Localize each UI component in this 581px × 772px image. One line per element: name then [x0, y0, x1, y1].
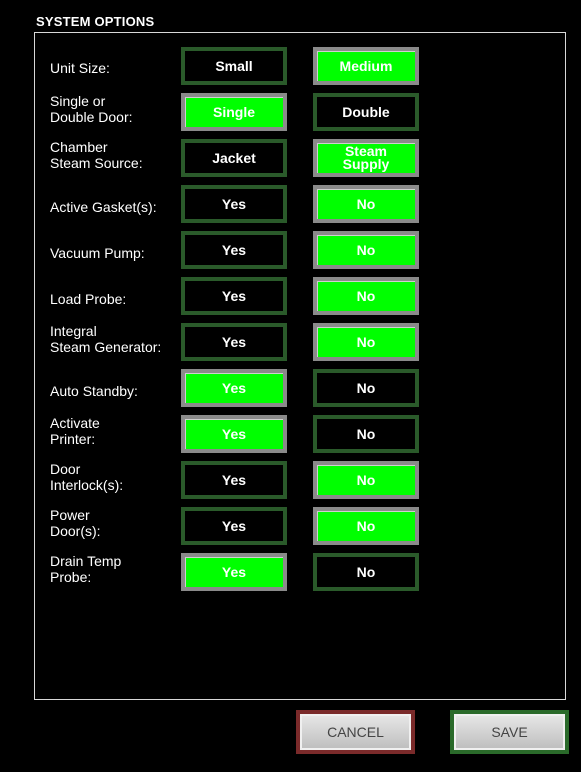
option-row-steam-generator: Integral Steam Generator: Yes No: [35, 319, 565, 365]
vacuum-no-button[interactable]: No: [313, 231, 419, 269]
steam-generator-no-button[interactable]: No: [313, 323, 419, 361]
option-label: Vacuum Pump:: [50, 245, 145, 261]
option-label: Drain Temp Probe:: [50, 553, 122, 585]
option-row-unit-size: Unit Size: Small Medium: [35, 43, 565, 89]
steam-supply-button[interactable]: Steam Supply: [313, 139, 419, 177]
save-button[interactable]: SAVE: [450, 710, 569, 754]
options-panel: Unit Size: Small Medium Single or Double…: [34, 32, 566, 700]
option-row-door-interlock: Door Interlock(s): Yes No: [35, 457, 565, 503]
gasket-no-button[interactable]: No: [313, 185, 419, 223]
interlock-no-button[interactable]: No: [313, 461, 419, 499]
option-label: Load Probe:: [50, 291, 127, 307]
power-door-no-button[interactable]: No: [313, 507, 419, 545]
drain-probe-no-button[interactable]: No: [313, 553, 419, 591]
steam-jacket-button[interactable]: Jacket: [181, 139, 287, 177]
option-row-power-door: Power Door(s): Yes No: [35, 503, 565, 549]
option-row-steam-source: Chamber Steam Source: Jacket Steam Suppl…: [35, 135, 565, 181]
option-label: Integral Steam Generator:: [50, 323, 162, 355]
unit-size-small-button[interactable]: Small: [181, 47, 287, 85]
interlock-yes-button[interactable]: Yes: [181, 461, 287, 499]
cancel-button[interactable]: CANCEL: [296, 710, 415, 754]
door-single-button[interactable]: Single: [181, 93, 287, 131]
power-door-yes-button[interactable]: Yes: [181, 507, 287, 545]
load-probe-yes-button[interactable]: Yes: [181, 277, 287, 315]
option-row-load-probe: Load Probe: Yes No: [35, 273, 565, 319]
option-row-printer: Activate Printer: Yes No: [35, 411, 565, 457]
printer-no-button[interactable]: No: [313, 415, 419, 453]
printer-yes-button[interactable]: Yes: [181, 415, 287, 453]
drain-probe-yes-button[interactable]: Yes: [181, 553, 287, 591]
option-row-active-gasket: Active Gasket(s): Yes No: [35, 181, 565, 227]
option-label: Unit Size:: [50, 60, 110, 76]
gasket-yes-button[interactable]: Yes: [181, 185, 287, 223]
vacuum-yes-button[interactable]: Yes: [181, 231, 287, 269]
option-label: Door Interlock(s):: [50, 461, 124, 493]
auto-standby-yes-button[interactable]: Yes: [181, 369, 287, 407]
option-row-vacuum-pump: Vacuum Pump: Yes No: [35, 227, 565, 273]
load-probe-no-button[interactable]: No: [313, 277, 419, 315]
option-label: Auto Standby:: [50, 383, 138, 399]
steam-generator-yes-button[interactable]: Yes: [181, 323, 287, 361]
auto-standby-no-button[interactable]: No: [313, 369, 419, 407]
option-label: Active Gasket(s):: [50, 199, 157, 215]
option-label: Activate Printer:: [50, 415, 100, 447]
page-title: SYSTEM OPTIONS: [36, 14, 155, 29]
door-double-button[interactable]: Double: [313, 93, 419, 131]
option-row-drain-temp-probe: Drain Temp Probe: Yes No: [35, 549, 565, 595]
option-row-auto-standby: Auto Standby: Yes No: [35, 365, 565, 411]
unit-size-medium-button[interactable]: Medium: [313, 47, 419, 85]
option-label: Power Door(s):: [50, 507, 101, 539]
option-label: Chamber Steam Source:: [50, 139, 143, 171]
option-row-door: Single or Double Door: Single Double: [35, 89, 565, 135]
option-label: Single or Double Door:: [50, 93, 133, 125]
